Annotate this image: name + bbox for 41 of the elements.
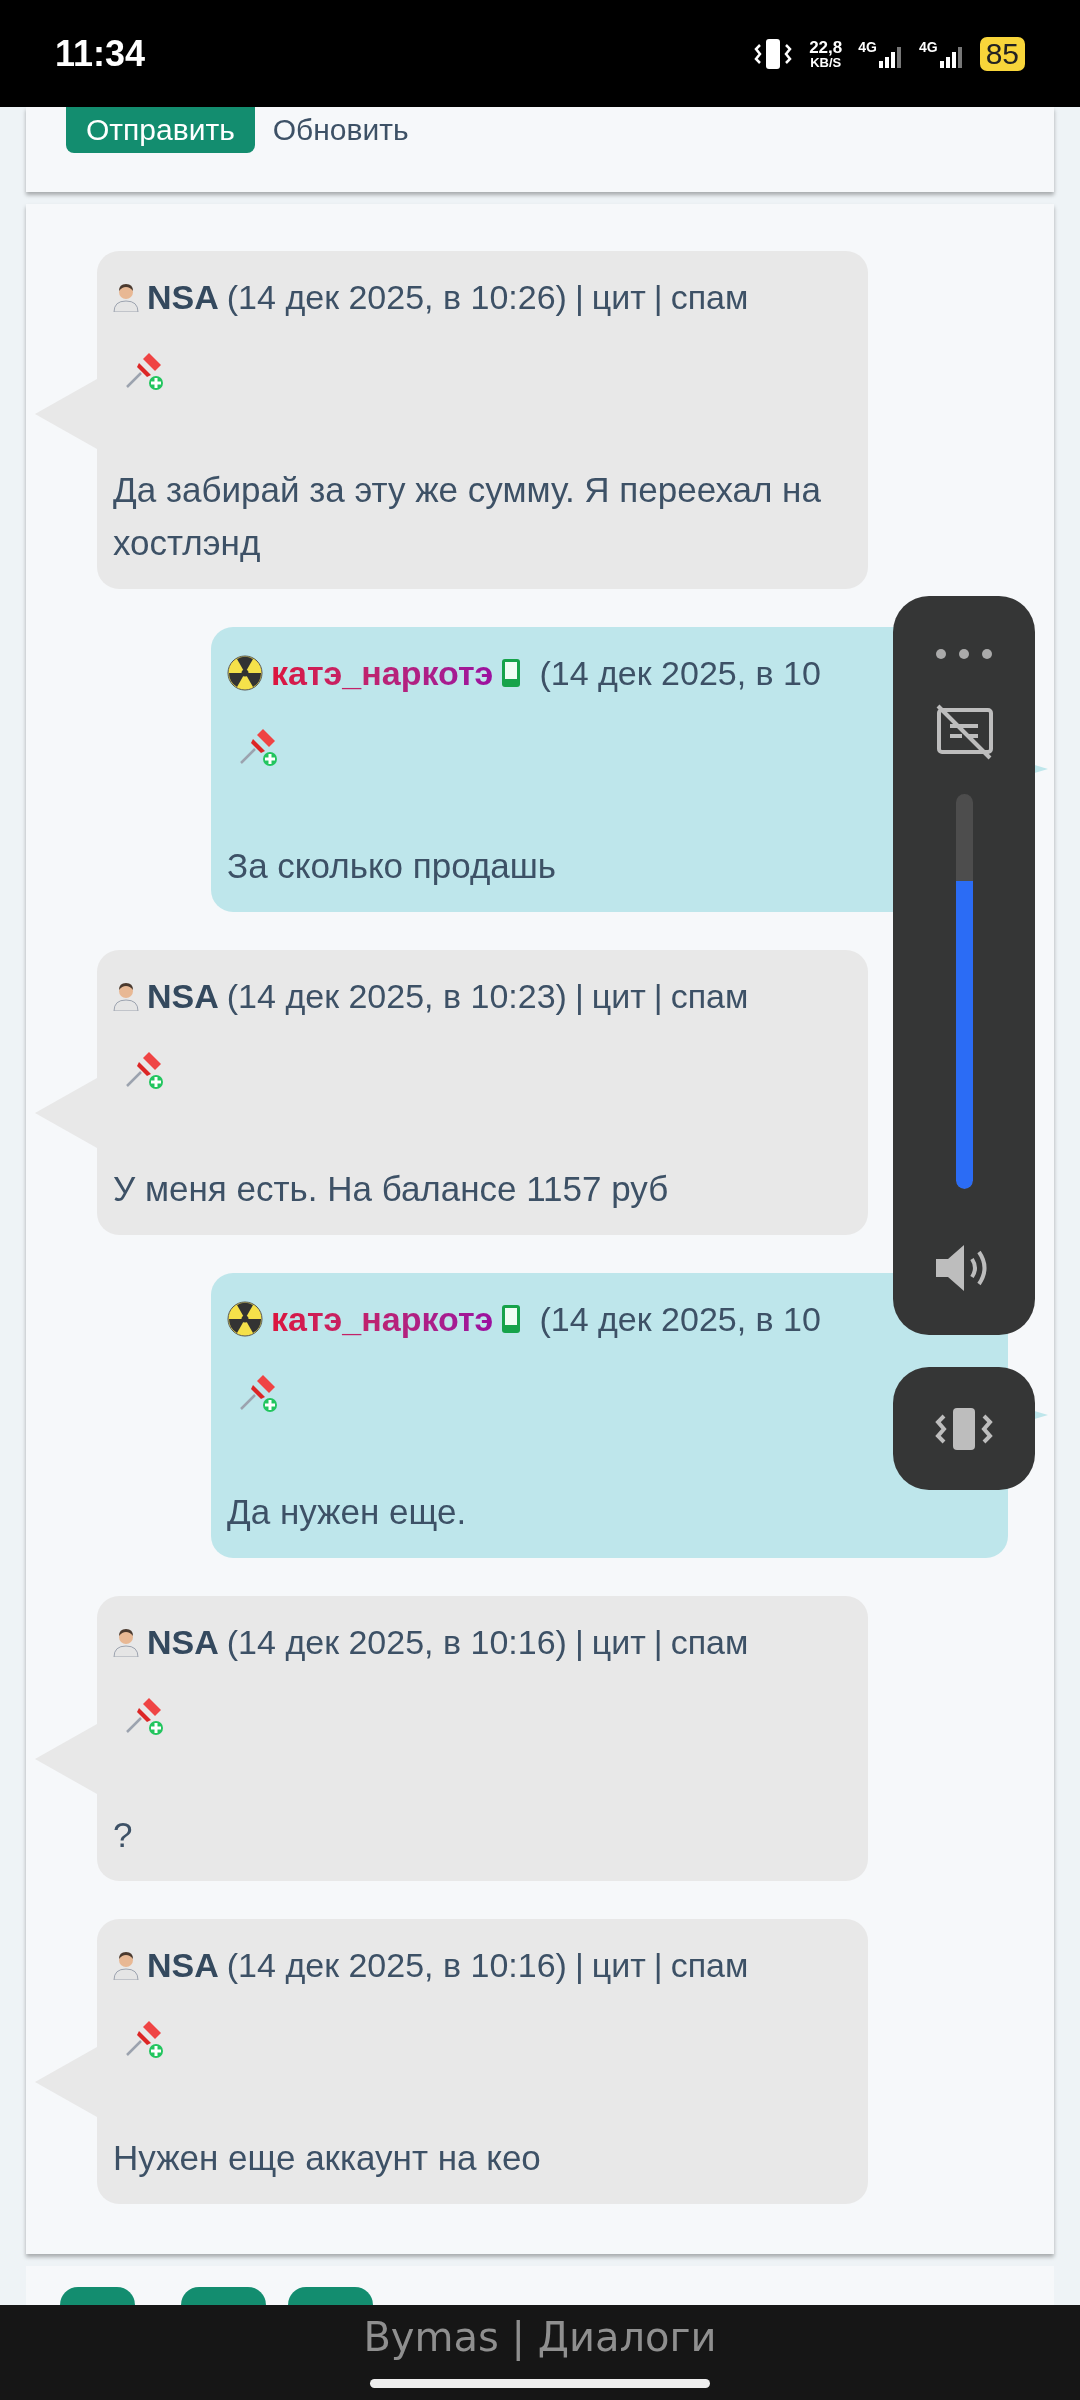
- send-button[interactable]: Отправить: [66, 107, 255, 153]
- message-time: (14 дек 2025, в 10: [539, 652, 821, 694]
- network-type: 4G: [858, 39, 877, 54]
- action-link[interactable]: спам: [670, 271, 749, 323]
- action-link[interactable]: спам: [670, 1616, 749, 1668]
- separator: |: [653, 276, 663, 318]
- page-title: Bymas | Диалоги: [363, 2313, 717, 2363]
- separator: |: [653, 1944, 663, 1986]
- refresh-link[interactable]: Обновить: [272, 107, 409, 153]
- clock: 11:34: [55, 31, 146, 76]
- message-text: ?: [113, 1814, 134, 1856]
- author-name[interactable]: NSA: [147, 1939, 219, 1991]
- message-text: Да забирай за эту же сумму. Я переехал на хостлэнд: [113, 469, 822, 564]
- action-link[interactable]: цит: [591, 970, 646, 1022]
- message-time: (14 дек 2025, в 10:16): [226, 1944, 567, 1986]
- separator: |: [574, 1944, 584, 1986]
- message-time: (14 дек 2025, в 10: [539, 1298, 821, 1340]
- message-text: Нужен еще аккаунт на кео: [113, 2137, 542, 2179]
- message-text: Да нужен еще.: [227, 1491, 468, 1533]
- separator: |: [574, 276, 584, 318]
- action-link[interactable]: цит: [591, 1616, 646, 1668]
- net-unit: KB/S: [810, 55, 842, 69]
- net-speed: 22,8: [809, 38, 843, 56]
- separator: |: [574, 1621, 584, 1663]
- separator: |: [653, 1621, 663, 1663]
- message-time: (14 дек 2025, в 10:16): [226, 1621, 567, 1663]
- message-time: (14 дек 2025, в 10:23): [226, 975, 567, 1017]
- message-text: У меня есть. На балансе 1157 руб: [113, 1168, 670, 1210]
- action-link[interactable]: спам: [670, 970, 749, 1022]
- battery: 85: [979, 36, 1025, 71]
- separator: |: [653, 975, 663, 1017]
- author-name[interactable]: NSA: [147, 970, 219, 1022]
- network-type: 4G: [918, 39, 938, 54]
- action-link[interactable]: спам: [670, 1939, 749, 1991]
- author-name[interactable]: NSA: [147, 1616, 219, 1668]
- action-link[interactable]: цит: [591, 1939, 646, 1991]
- author-name[interactable]: NSA: [147, 271, 219, 323]
- separator: |: [574, 975, 584, 1017]
- action-link[interactable]: цит: [591, 271, 646, 323]
- message-text: За сколько продашь: [227, 845, 558, 887]
- message-time: (14 дек 2025, в 10:26): [226, 276, 567, 318]
